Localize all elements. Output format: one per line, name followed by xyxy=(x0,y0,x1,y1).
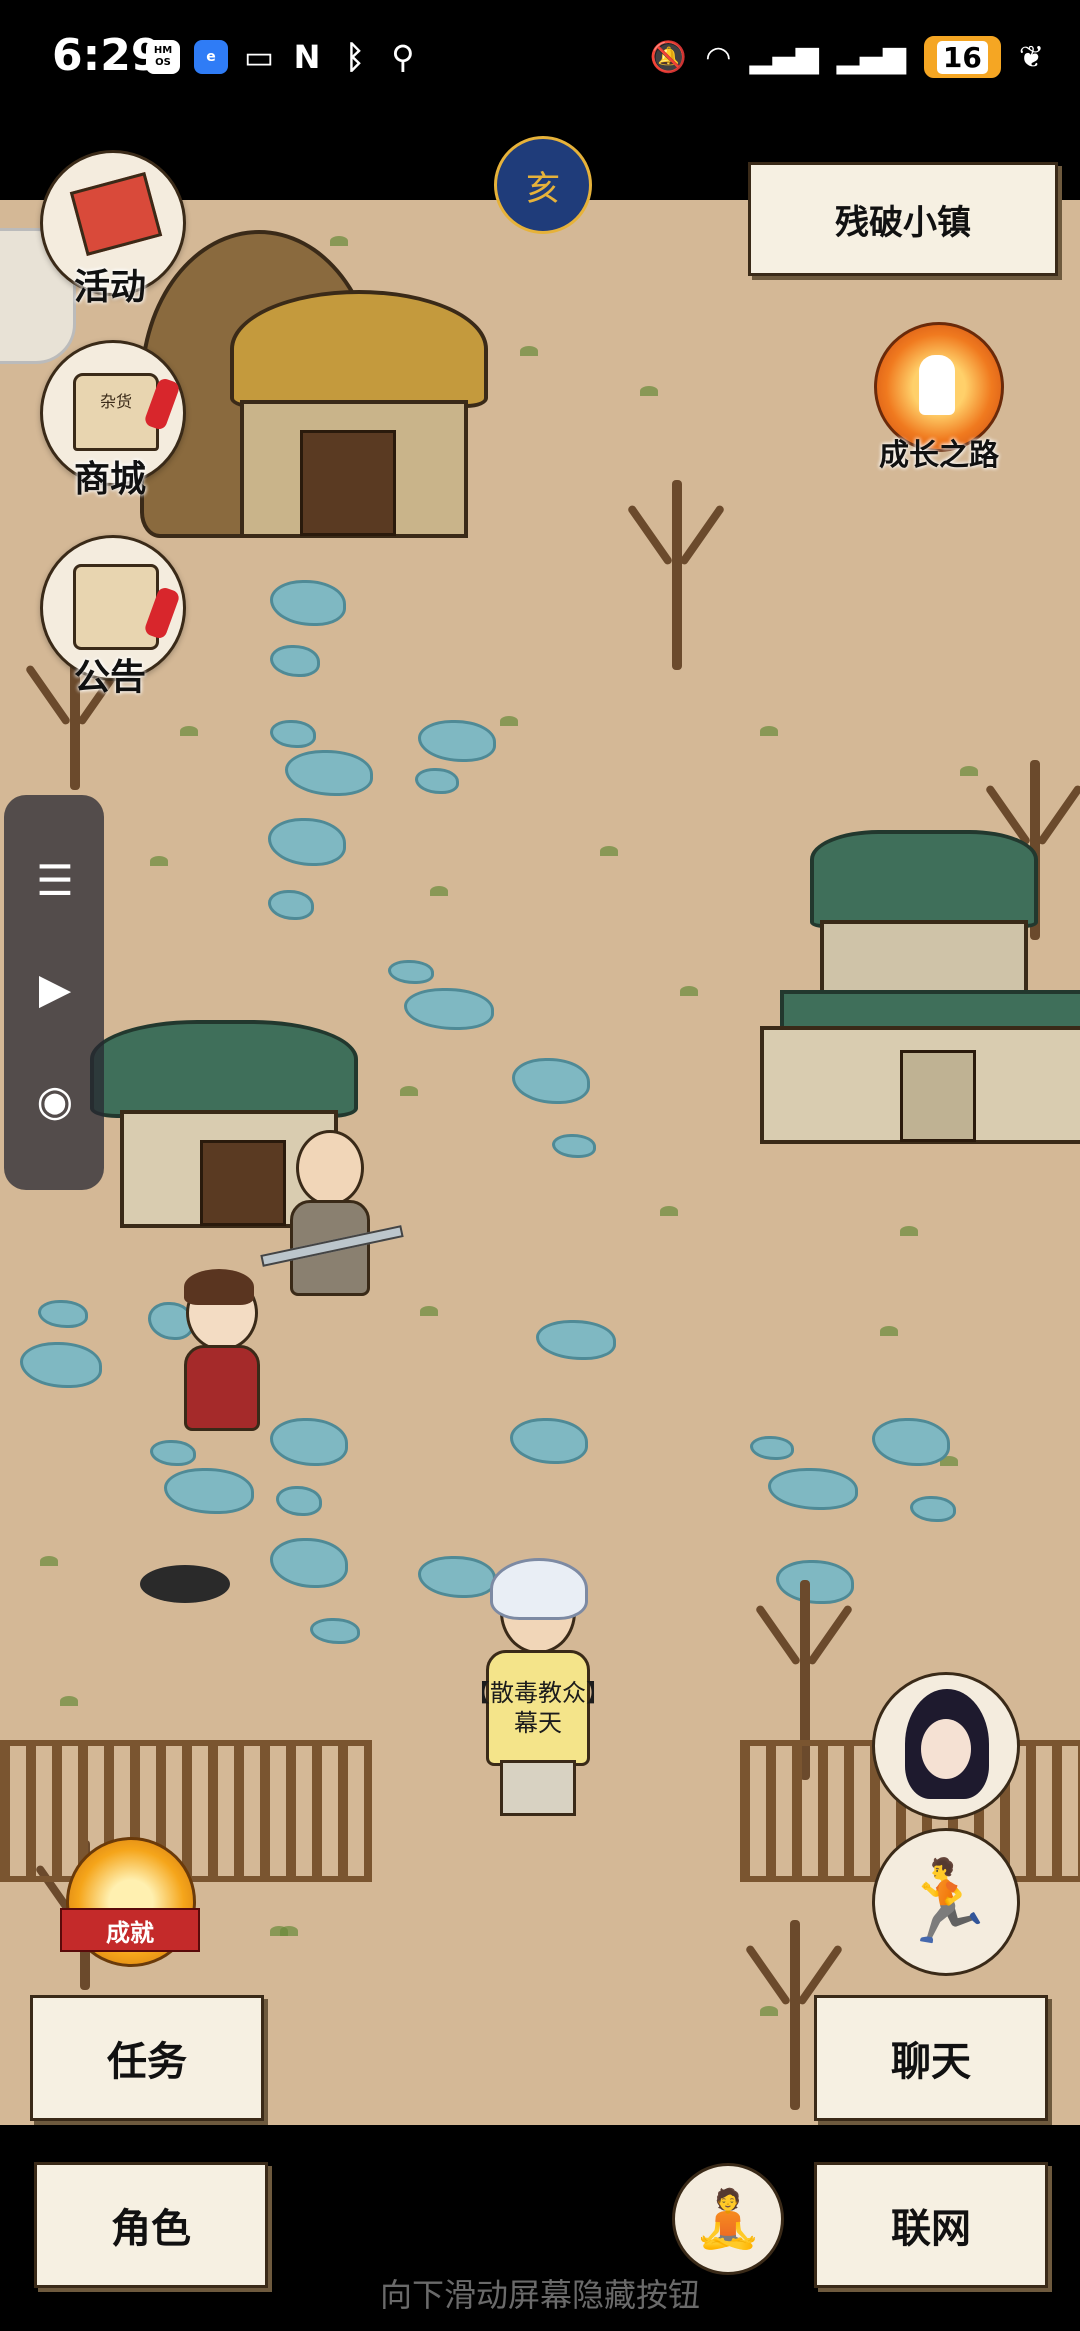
hide-buttons-hint: 向下滑动屏幕隐藏按钮 xyxy=(379,2276,700,2314)
cast-icon: ▭ xyxy=(243,38,275,76)
ruined-temple-right xyxy=(740,830,1080,1144)
mute-icon: 🔕 xyxy=(649,39,688,75)
hmos-icon: HM OS xyxy=(146,40,180,74)
nfc-icon: N xyxy=(293,38,321,76)
rat[interactable] xyxy=(140,1555,250,1605)
chat-button[interactable]: 聊天 xyxy=(814,1995,1048,2121)
play-icon[interactable]: ▶ xyxy=(29,963,81,1015)
meditate-icon[interactable]: 🧘 xyxy=(672,2163,784,2275)
shop-label: 商城 xyxy=(73,459,146,500)
bluetooth-icon: ᛒ xyxy=(345,38,365,76)
companion-portrait[interactable] xyxy=(872,1672,1020,1820)
notice-label: 公告 xyxy=(73,657,146,698)
npc-name-label: 【散毒教众】 幕天 xyxy=(466,1679,610,1737)
battery-indicator: 16 xyxy=(923,36,1001,78)
location-sign[interactable]: 残破小镇 xyxy=(748,162,1058,276)
signal-icon: ▂▄▆ xyxy=(749,39,819,75)
activity-label: 活动 xyxy=(73,267,146,308)
fence-left xyxy=(0,1740,372,1882)
wifi-icon: ◠ xyxy=(705,39,732,75)
menu-icon[interactable]: ☰ xyxy=(29,855,81,907)
status-bar: 6:29 HM OS e ▭ N ᛒ ⚲ 🔕 ◠ ▂▄▆ ▂▄▆ 16 ❦ xyxy=(0,0,1080,120)
time-moon-icon[interactable]: 亥 xyxy=(494,136,592,234)
npc-boy[interactable] xyxy=(170,1269,270,1445)
flag-icon xyxy=(69,172,163,256)
notice-board-icon xyxy=(73,564,159,650)
leaf-icon: ❦ xyxy=(1018,39,1044,75)
location-icon: ⚲ xyxy=(391,38,415,76)
growth-path-label: 成长之路 xyxy=(879,438,999,473)
thatched-hut xyxy=(140,230,490,540)
browser-icon: e xyxy=(194,40,228,74)
status-icons-left: HM OS e ▭ N ᛒ ⚲ xyxy=(146,38,420,76)
task-button[interactable]: 任务 xyxy=(30,1995,264,2121)
npc-bandit[interactable] xyxy=(260,1130,404,1350)
signal-icon-2: ▂▄▆ xyxy=(836,39,906,75)
achievement-label: 成就 xyxy=(60,1908,200,1952)
floating-toolbar[interactable]: ☰ ▶ ◉ xyxy=(4,795,104,1190)
status-icons-right: 🔕 ◠ ▂▄▆ ▂▄▆ 16 ❦ xyxy=(650,36,1044,78)
record-icon[interactable]: ◉ xyxy=(29,1075,81,1127)
run-icon[interactable]: 🏃 xyxy=(872,1828,1020,1976)
